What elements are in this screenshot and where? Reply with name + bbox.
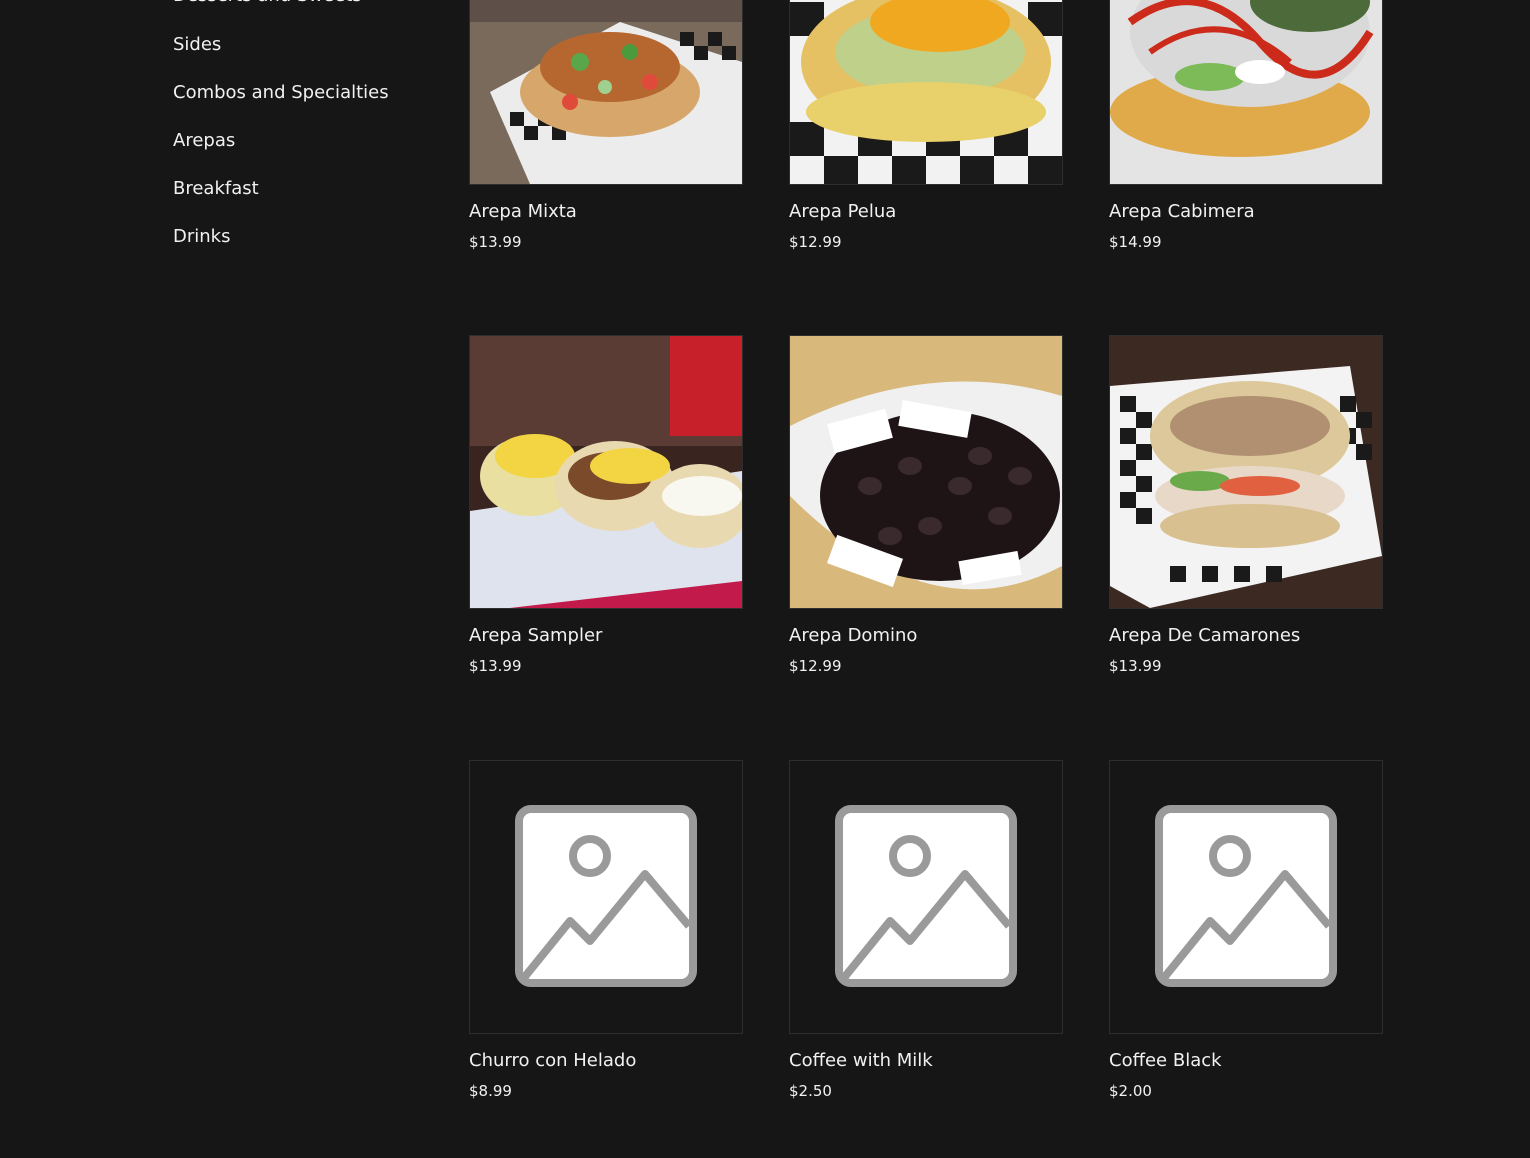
product-photo[interactable]: [1109, 335, 1383, 609]
product-name[interactable]: Arepa Pelua: [789, 200, 896, 224]
product-photo[interactable]: [789, 0, 1063, 185]
product-price: $13.99: [469, 657, 522, 675]
placeholder-image-icon: [1155, 805, 1337, 987]
category-combos-and-specialties[interactable]: Combos and Specialties: [173, 81, 389, 105]
product-price: $14.99: [1109, 233, 1162, 251]
product-photo[interactable]: [1109, 0, 1383, 185]
placeholder-image-icon: [835, 805, 1017, 987]
placeholder-image-icon: [515, 805, 697, 987]
product-price: $13.99: [1109, 657, 1162, 675]
placeholder-image[interactable]: [789, 760, 1063, 1034]
product-name[interactable]: Arepa Mixta: [469, 200, 577, 224]
product-name[interactable]: Arepa De Camarones: [1109, 624, 1300, 648]
product-photo[interactable]: [469, 335, 743, 609]
product-name[interactable]: Arepa Cabimera: [1109, 200, 1255, 224]
product-price: $12.99: [789, 233, 842, 251]
product-price: $8.99: [469, 1082, 512, 1100]
menu-page: Desserts and Sweets Sides Combos and Spe…: [0, 0, 1530, 1158]
category-breakfast[interactable]: Breakfast: [173, 177, 259, 201]
product-name[interactable]: Arepa Sampler: [469, 624, 602, 648]
product-name[interactable]: Coffee Black: [1109, 1049, 1222, 1073]
category-drinks[interactable]: Drinks: [173, 225, 230, 249]
product-name[interactable]: Churro con Helado: [469, 1049, 636, 1073]
product-photo[interactable]: [469, 0, 743, 185]
product-price: $13.99: [469, 233, 522, 251]
product-price: $2.00: [1109, 1082, 1152, 1100]
product-price: $2.50: [789, 1082, 832, 1100]
category-arepas[interactable]: Arepas: [173, 129, 235, 153]
product-name[interactable]: Arepa Domino: [789, 624, 917, 648]
placeholder-image[interactable]: [469, 760, 743, 1034]
category-sides[interactable]: Sides: [173, 33, 221, 57]
placeholder-image[interactable]: [1109, 760, 1383, 1034]
category-desserts-and-sweets[interactable]: Desserts and Sweets: [173, 0, 362, 8]
product-price: $12.99: [789, 657, 842, 675]
product-name[interactable]: Coffee with Milk: [789, 1049, 933, 1073]
product-photo[interactable]: [789, 335, 1063, 609]
